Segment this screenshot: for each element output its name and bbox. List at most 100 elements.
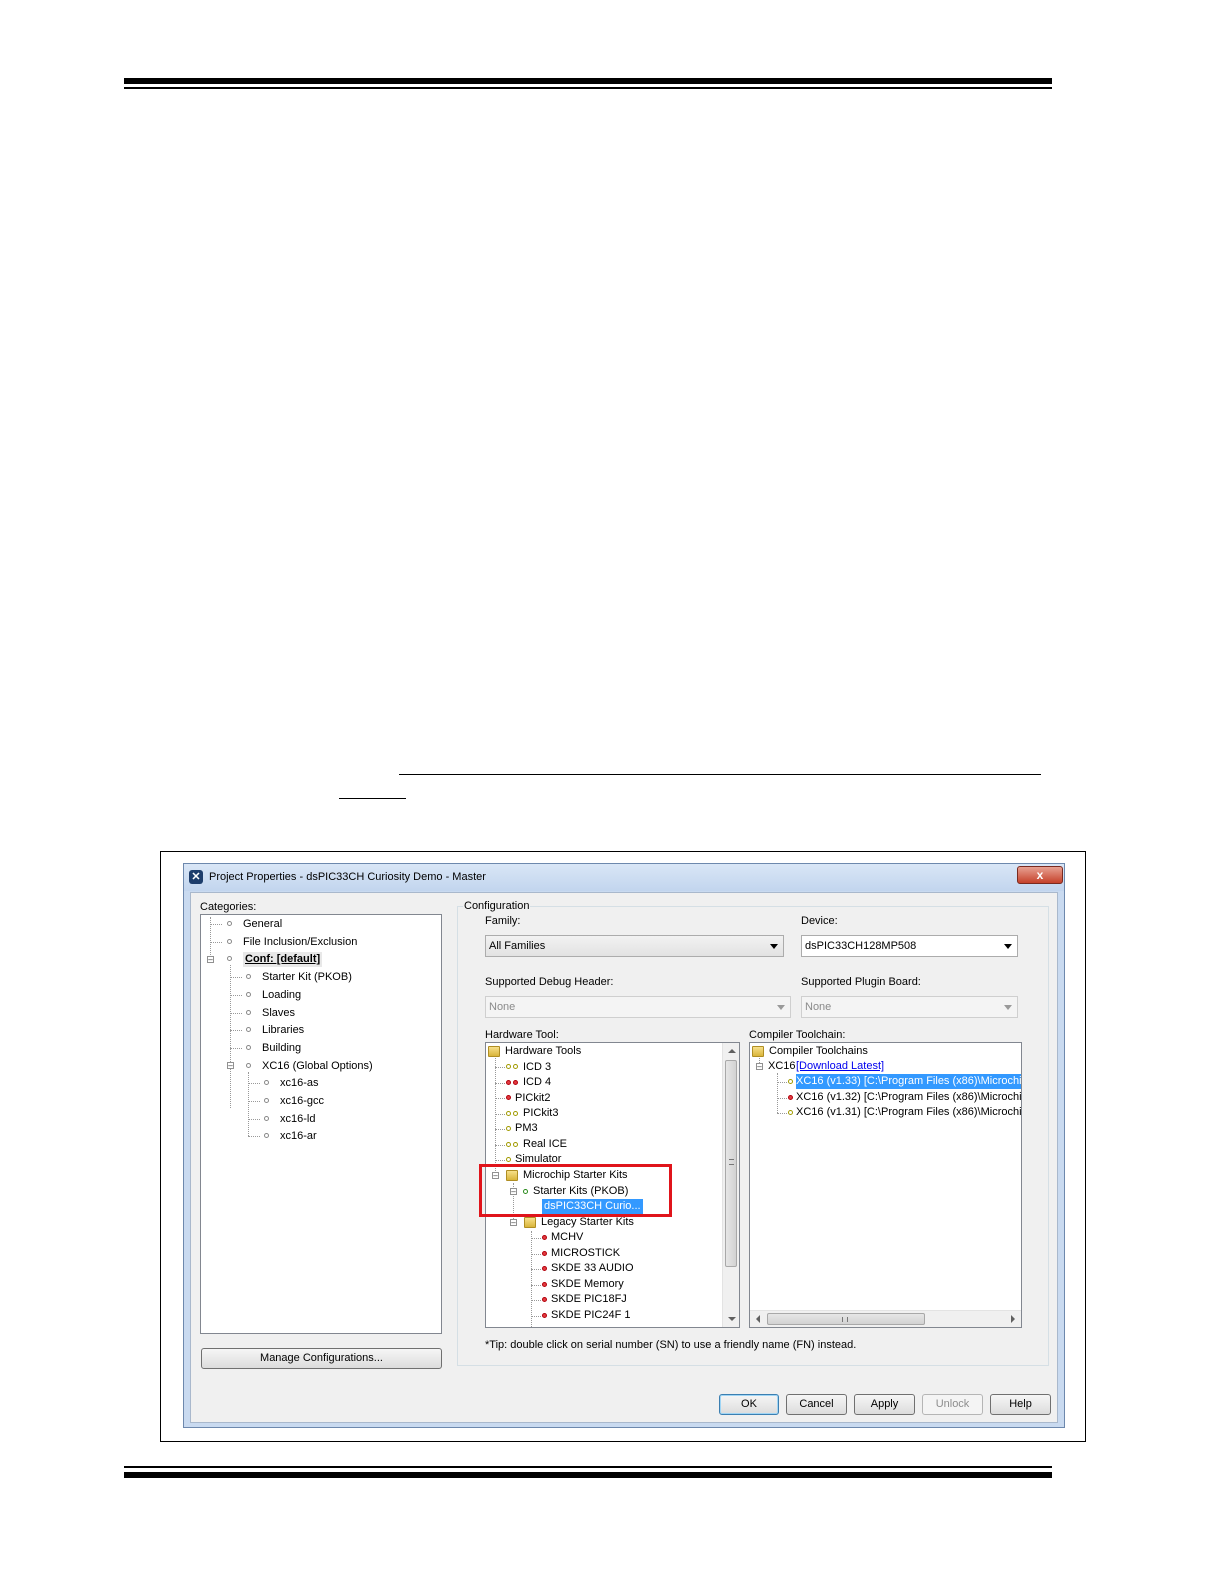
- toolchain-xc16-v132[interactable]: XC16 (v1.32) [C:\Program Files (x86)\Mic…: [796, 1090, 1021, 1105]
- chevron-down-icon: [1004, 1005, 1012, 1010]
- toolchain-xc16-v131[interactable]: XC16 (v1.31) [C:\Program Files (x86)\Mic…: [796, 1105, 1021, 1120]
- scroll-down-arrow-icon[interactable]: [728, 1317, 736, 1321]
- download-latest-link[interactable]: [Download Latest]: [796, 1059, 884, 1074]
- category-slaves[interactable]: Slaves: [262, 1006, 295, 1021]
- hw-legacy-skde-pic18fj[interactable]: SKDE PIC18FJ: [551, 1292, 627, 1307]
- xc16-toolchain-collapse-icon[interactable]: –: [756, 1063, 763, 1071]
- compiler-toolchains-root[interactable]: Compiler Toolchains: [769, 1044, 868, 1059]
- folder-icon: [524, 1217, 536, 1228]
- family-dropdown[interactable]: All Families: [485, 935, 784, 957]
- hw-tool-icd3[interactable]: ICD 3: [523, 1060, 551, 1075]
- status-icon: [506, 1064, 511, 1069]
- tree-connector: [230, 1030, 242, 1031]
- category-conf-default[interactable]: Conf: [default]: [243, 952, 323, 967]
- building-node-icon: [246, 1045, 251, 1050]
- help-button[interactable]: Help: [990, 1394, 1051, 1415]
- tree-connector: [248, 1083, 260, 1084]
- dialog-titlebar[interactable]: ✕ Project Properties - dsPIC33CH Curiosi…: [184, 864, 1064, 891]
- toolchain-horizontal-scrollbar[interactable]: [750, 1310, 1021, 1327]
- hw-legacy-skde-33-audio[interactable]: SKDE 33 AUDIO: [551, 1261, 634, 1276]
- tree-connector: [230, 1013, 242, 1014]
- hw-tool-pm3[interactable]: PM3: [515, 1121, 538, 1136]
- device-label: Device:: [801, 915, 838, 927]
- tree-connector: [230, 995, 242, 996]
- status-icon: [506, 1111, 511, 1116]
- apply-button[interactable]: Apply: [854, 1394, 915, 1415]
- tree-connector: [248, 1136, 260, 1137]
- compiler-toolchain-label: Compiler Toolchain:: [749, 1029, 846, 1041]
- hw-legacy-skde-pic24f-1[interactable]: SKDE PIC24F 1: [551, 1308, 630, 1323]
- scroll-right-arrow-icon[interactable]: [1011, 1315, 1015, 1323]
- category-xc16-ar[interactable]: xc16-ar: [280, 1129, 317, 1144]
- hw-tool-pickit2[interactable]: PICkit2: [515, 1091, 550, 1106]
- scroll-up-arrow-icon[interactable]: [728, 1049, 736, 1053]
- slaves-node-icon: [246, 1010, 251, 1015]
- category-xc16-as[interactable]: xc16-as: [280, 1076, 319, 1091]
- plugin-board-dropdown[interactable]: None: [801, 996, 1018, 1018]
- hw-tool-icd4[interactable]: ICD 4: [523, 1075, 551, 1090]
- scrollbar-thumb[interactable]: [725, 1060, 737, 1267]
- tree-connector: [495, 1067, 505, 1068]
- category-building[interactable]: Building: [262, 1041, 301, 1056]
- tree-connector: [230, 977, 242, 978]
- xc16-toolchain-node[interactable]: XC16: [768, 1059, 796, 1074]
- device-dropdown[interactable]: dsPIC33CH128MP508: [801, 935, 1018, 957]
- debug-header-label: Supported Debug Header:: [485, 976, 614, 988]
- category-libraries[interactable]: Libraries: [262, 1023, 304, 1038]
- status-icon: [542, 1266, 547, 1271]
- tree-connector: [531, 1285, 541, 1286]
- status-icon: [542, 1313, 547, 1318]
- scroll-left-arrow-icon[interactable]: [756, 1315, 760, 1323]
- categories-tree[interactable]: General File Inclusion/Exclusion – Conf:…: [200, 914, 442, 1334]
- tree-connector: [495, 1145, 505, 1146]
- tree-connector: [777, 1113, 787, 1114]
- scroll-grip-icon: [729, 1159, 734, 1165]
- category-starter-kit[interactable]: Starter Kit (PKOB): [262, 970, 352, 985]
- tree-connector: [495, 1055, 496, 1177]
- hw-legacy-microstick[interactable]: MICROSTICK: [551, 1246, 620, 1261]
- hardware-tree-scrollbar[interactable]: [722, 1043, 739, 1327]
- tree-connector: [777, 1098, 787, 1099]
- tree-connector: [531, 1300, 541, 1301]
- xc16-ld-node-icon: [264, 1116, 269, 1121]
- ok-button[interactable]: OK: [719, 1394, 779, 1415]
- close-button[interactable]: x: [1017, 866, 1063, 884]
- status-icon: [542, 1251, 547, 1256]
- unlock-button[interactable]: Unlock: [922, 1394, 983, 1415]
- dialog-title: Project Properties - dsPIC33CH Curiosity…: [209, 871, 486, 883]
- tree-connector: [248, 1101, 260, 1102]
- tree-connector: [248, 1119, 260, 1120]
- file-inclusion-node-icon: [227, 939, 232, 944]
- tree-connector: [230, 1048, 242, 1049]
- toolchain-xc16-v133[interactable]: XC16 (v1.33) [C:\Program Files (x86)\Mic…: [796, 1074, 1021, 1089]
- cancel-button[interactable]: Cancel: [786, 1394, 847, 1415]
- starter-kit-node-icon: [246, 974, 251, 979]
- status-icon: [542, 1282, 547, 1287]
- category-loading[interactable]: Loading: [262, 988, 301, 1003]
- tree-connector: [210, 942, 222, 943]
- category-xc16-ld[interactable]: xc16-ld: [280, 1112, 315, 1127]
- category-general[interactable]: General: [243, 917, 282, 932]
- plugin-board-value: None: [805, 1001, 832, 1013]
- category-xc16-global[interactable]: XC16 (Global Options): [262, 1059, 373, 1074]
- hw-legacy-skde-memory[interactable]: SKDE Memory: [551, 1277, 624, 1292]
- scrollbar-thumb[interactable]: [767, 1313, 925, 1325]
- debug-header-value: None: [489, 1001, 516, 1013]
- conf-collapse-icon[interactable]: –: [207, 956, 214, 964]
- hw-legacy-starter-kits[interactable]: Legacy Starter Kits: [541, 1215, 634, 1230]
- hw-tool-real-ice[interactable]: Real ICE: [523, 1137, 567, 1152]
- debug-header-dropdown[interactable]: None: [485, 996, 791, 1018]
- footer-rule-thick: [124, 1472, 1052, 1478]
- compiler-toolchain-tree[interactable]: Compiler Toolchains – XC16 [Download Lat…: [749, 1042, 1022, 1328]
- hw-tool-pickit3[interactable]: PICkit3: [523, 1106, 558, 1121]
- hardware-tools-root[interactable]: Hardware Tools: [505, 1044, 581, 1059]
- category-xc16-gcc[interactable]: xc16-gcc: [280, 1094, 324, 1109]
- category-file-inclusion[interactable]: File Inclusion/Exclusion: [243, 935, 357, 950]
- text-underline-1: [399, 774, 1041, 775]
- chevron-down-icon: [777, 1005, 785, 1010]
- manage-configurations-button[interactable]: Manage Configurations...: [201, 1348, 442, 1369]
- legacy-collapse-icon[interactable]: –: [510, 1219, 517, 1227]
- hw-legacy-mchv[interactable]: MCHV: [551, 1230, 583, 1245]
- xc16-collapse-icon[interactable]: –: [227, 1062, 234, 1070]
- status-icon: [788, 1095, 793, 1100]
